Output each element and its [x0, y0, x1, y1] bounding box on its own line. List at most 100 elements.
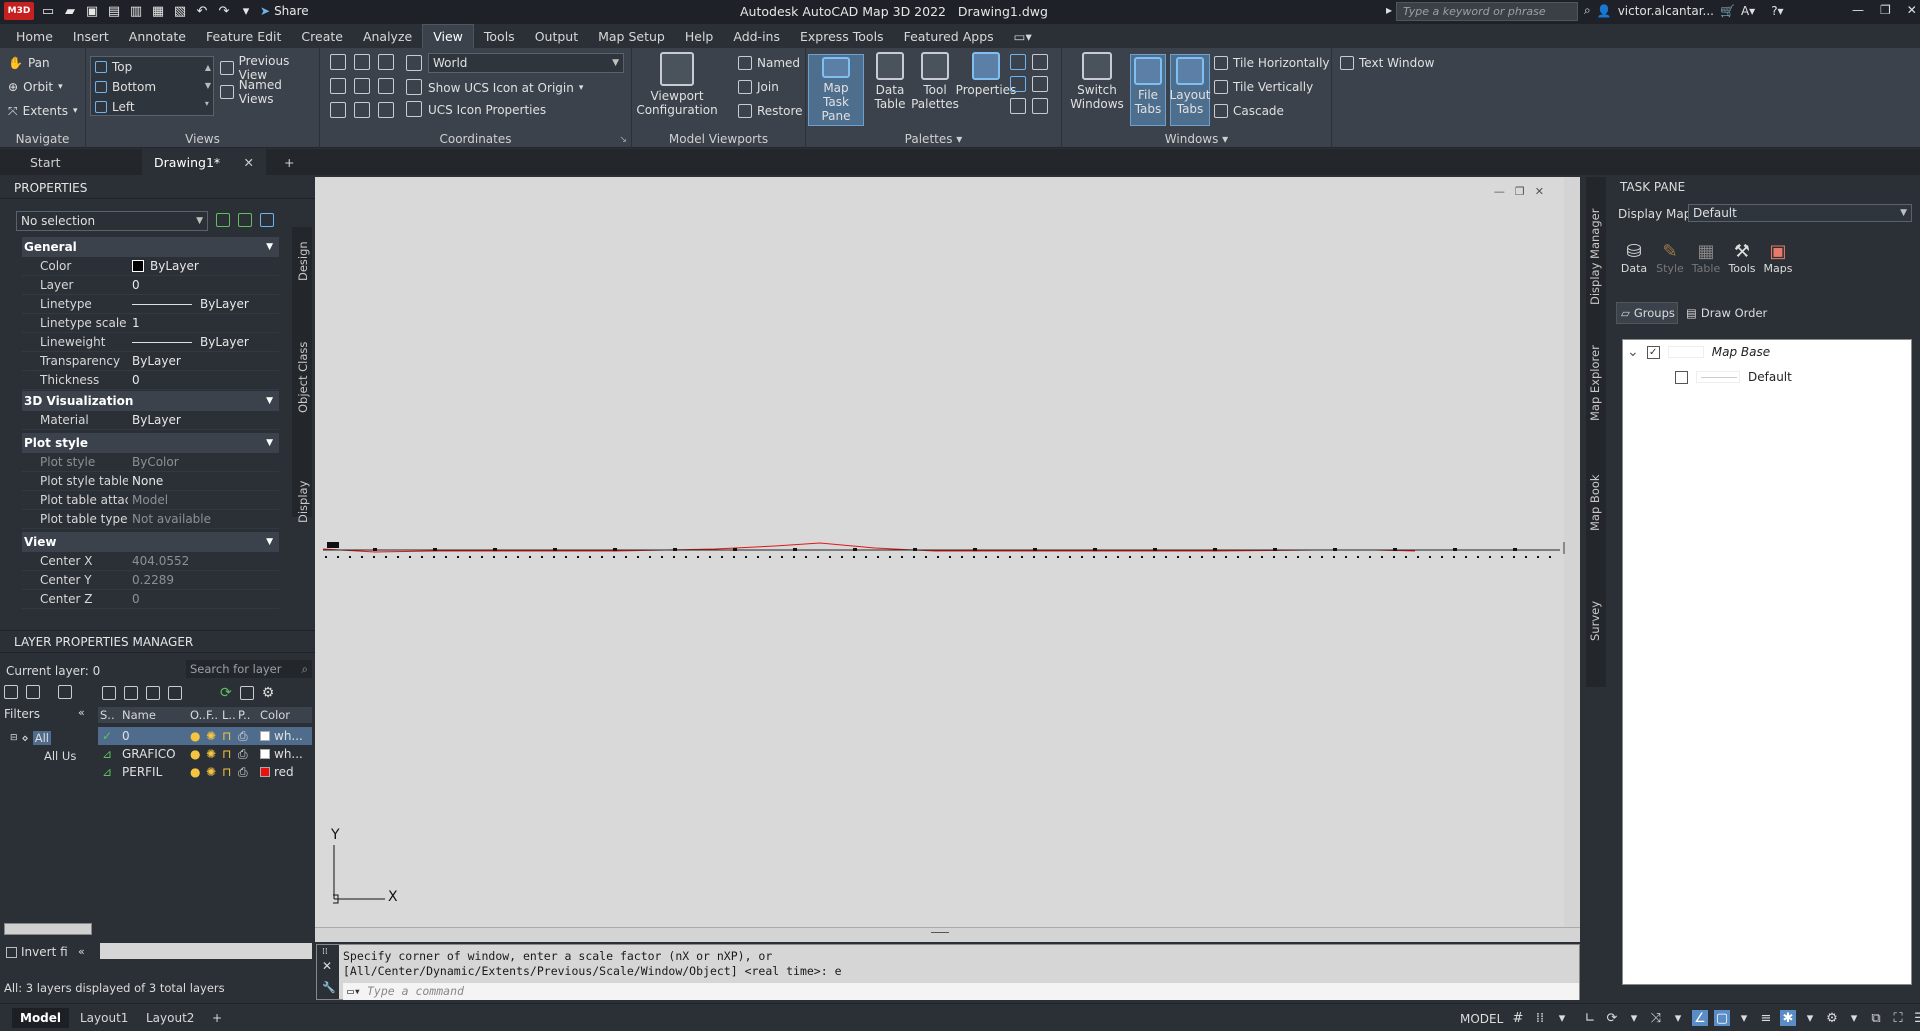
- ucs-world-icon[interactable]: [354, 54, 370, 70]
- external-refs-icon[interactable]: [1032, 98, 1048, 114]
- prop-plot-table-attach[interactable]: Plot table attach...Model: [22, 491, 279, 510]
- named-viewports-button[interactable]: Named: [738, 53, 800, 73]
- side-tab-design[interactable]: Design: [296, 241, 310, 281]
- layer-props-icon[interactable]: [1010, 98, 1026, 114]
- col-status[interactable]: S..: [98, 708, 118, 722]
- redo-icon[interactable]: ↷: [216, 3, 232, 19]
- side-tab-display[interactable]: Display: [296, 481, 310, 523]
- text-window-button[interactable]: Text Window: [1340, 53, 1434, 73]
- tab-view[interactable]: View: [422, 24, 474, 48]
- undo-icon[interactable]: ↶: [194, 3, 210, 19]
- properties-palette-button[interactable]: Properties: [956, 52, 1016, 97]
- grip-icon[interactable]: ⁞⁞: [322, 947, 328, 957]
- layer-lock-icon[interactable]: ⊓: [222, 747, 238, 761]
- layer-plot-icon[interactable]: ⎙: [238, 747, 260, 762]
- show-ucs-button[interactable]: Show UCS Icon at Origin ▾: [428, 78, 583, 98]
- plot-icon[interactable]: ▧: [172, 3, 188, 19]
- quick-select-icon[interactable]: [260, 213, 274, 227]
- extents-button[interactable]: ⤧ Extents ▾: [8, 101, 77, 121]
- layout-tabs-button[interactable]: Layout Tabs: [1170, 54, 1210, 126]
- search-expand-icon[interactable]: ▸: [1386, 3, 1392, 17]
- drawing-canvas[interactable]: — ❐ ✕ Y X: [315, 177, 1565, 927]
- col-plot[interactable]: P..: [238, 708, 260, 722]
- table-tool-button[interactable]: ▦ Table: [1692, 241, 1720, 275]
- tab-start[interactable]: Start: [18, 149, 142, 175]
- ucs-dropdown[interactable]: World ▼: [428, 53, 624, 73]
- plot-section[interactable]: Plot style ▼: [22, 433, 279, 453]
- save-as-icon[interactable]: ▤: [106, 3, 122, 19]
- set-current-icon[interactable]: [168, 686, 182, 700]
- ribbon-minimize-icon[interactable]: ▭▾: [1004, 24, 1042, 48]
- layer-lock-icon[interactable]: ⊓: [222, 765, 238, 779]
- isodraft-dropdown-icon[interactable]: ▾: [1670, 1010, 1686, 1026]
- layer-states-icon[interactable]: [58, 685, 72, 699]
- gallery-scroll-icon[interactable]: ▲ ▼ ▾: [205, 59, 211, 113]
- new-tab-icon[interactable]: +: [272, 149, 306, 175]
- layer-search-input[interactable]: Search for layer ⌕: [186, 660, 312, 678]
- help-icon[interactable]: ?▾: [1771, 4, 1783, 18]
- default-checkbox[interactable]: [1675, 370, 1688, 384]
- grid-icon[interactable]: #: [1510, 1010, 1526, 1026]
- prop-plot-table-type[interactable]: Plot table type Not available: [22, 510, 279, 529]
- prop-plot-style-table[interactable]: Plot style table None: [22, 472, 279, 491]
- tree-map-base[interactable]: ⌄ ✓ Map Base: [1627, 344, 1770, 360]
- selection-dropdown[interactable]: No selection ▼: [16, 211, 208, 231]
- tile-vertically-button[interactable]: Tile Vertically: [1214, 77, 1313, 97]
- collapse-filters-icon[interactable]: «: [78, 706, 85, 719]
- side-tab-display-manager[interactable]: Display Manager: [1588, 209, 1602, 305]
- toggle-pickadd-icon[interactable]: [216, 213, 230, 227]
- osnap-icon[interactable]: ▢: [1714, 1010, 1730, 1026]
- tab-feature-edit[interactable]: Feature Edit: [196, 24, 291, 48]
- viewport-config-button[interactable]: Viewport Configuration: [636, 52, 718, 117]
- data-table-button[interactable]: Data Table: [868, 52, 912, 111]
- quickcalc-icon[interactable]: [1032, 76, 1048, 92]
- new-icon[interactable]: ▭: [40, 3, 56, 19]
- ucs-z-icon[interactable]: [354, 78, 370, 94]
- isodraft-icon[interactable]: ⤨: [1648, 1010, 1664, 1026]
- tab-express-tools[interactable]: Express Tools: [790, 24, 894, 48]
- layer-list-scrollbar[interactable]: [100, 943, 312, 959]
- select-objects-icon[interactable]: [238, 213, 252, 227]
- tab-output[interactable]: Output: [525, 24, 588, 48]
- snap-icon[interactable]: ⁞⁞: [1532, 1010, 1548, 1026]
- restore-viewports-button[interactable]: Restore: [738, 101, 803, 121]
- cascade-button[interactable]: Cascade: [1214, 101, 1284, 121]
- orbit-button[interactable]: ⊕ Orbit ▾: [8, 77, 63, 97]
- tab-layout1[interactable]: Layout1: [72, 1008, 136, 1028]
- tools-tool-button[interactable]: ⚒ Tools: [1728, 241, 1756, 275]
- layer-tools-icon[interactable]: [239, 686, 254, 700]
- groups-button[interactable]: ▱ Groups: [1616, 302, 1678, 324]
- ucs-icon[interactable]: [330, 54, 346, 70]
- ucs-origin-icon[interactable]: [330, 78, 346, 94]
- isolate-icon[interactable]: ⧉: [1868, 1010, 1884, 1026]
- design-center-icon[interactable]: [1010, 76, 1026, 92]
- side-tab-object-class[interactable]: Object Class: [296, 342, 310, 413]
- view-left[interactable]: Left: [95, 97, 135, 117]
- col-freeze[interactable]: F..: [206, 708, 222, 722]
- tab-add-ins[interactable]: Add-ins: [723, 24, 790, 48]
- display-map-dropdown[interactable]: Default ▼: [1688, 204, 1912, 222]
- markup-icon[interactable]: [1032, 54, 1048, 70]
- col-lock[interactable]: L..: [222, 708, 238, 722]
- open-web-icon[interactable]: ▥: [128, 3, 144, 19]
- ucs-x-icon[interactable]: [330, 102, 346, 118]
- osnap-dropdown-icon[interactable]: ▾: [1736, 1010, 1752, 1026]
- show-ucs-icon[interactable]: [406, 79, 422, 95]
- col-name[interactable]: Name: [118, 708, 190, 722]
- filter-tree-all-used[interactable]: All Us: [44, 749, 96, 763]
- layer-color-swatch[interactable]: [260, 749, 270, 759]
- new-layer-icon[interactable]: [102, 686, 116, 700]
- pan-button[interactable]: ✋ Pan: [8, 53, 50, 73]
- snap-dropdown-icon[interactable]: ▾: [1554, 1010, 1570, 1026]
- invert-filter-checkbox[interactable]: Invert fi: [6, 945, 68, 959]
- layer-on-icon[interactable]: ●: [190, 729, 206, 743]
- layer-plot-icon[interactable]: ⎙: [238, 729, 260, 744]
- ucs-properties-button[interactable]: UCS Icon Properties: [428, 100, 546, 120]
- a360-icon[interactable]: A▾: [1741, 4, 1755, 18]
- lineweight-icon[interactable]: ≡: [1758, 1010, 1774, 1026]
- open-icon[interactable]: ▰: [62, 3, 78, 19]
- layer-plot-icon[interactable]: ⎙: [238, 765, 260, 780]
- close-icon[interactable]: ✕: [1907, 3, 1917, 17]
- customize-icon[interactable]: 🔧: [322, 981, 336, 994]
- ucs-3point-icon[interactable]: [378, 78, 394, 94]
